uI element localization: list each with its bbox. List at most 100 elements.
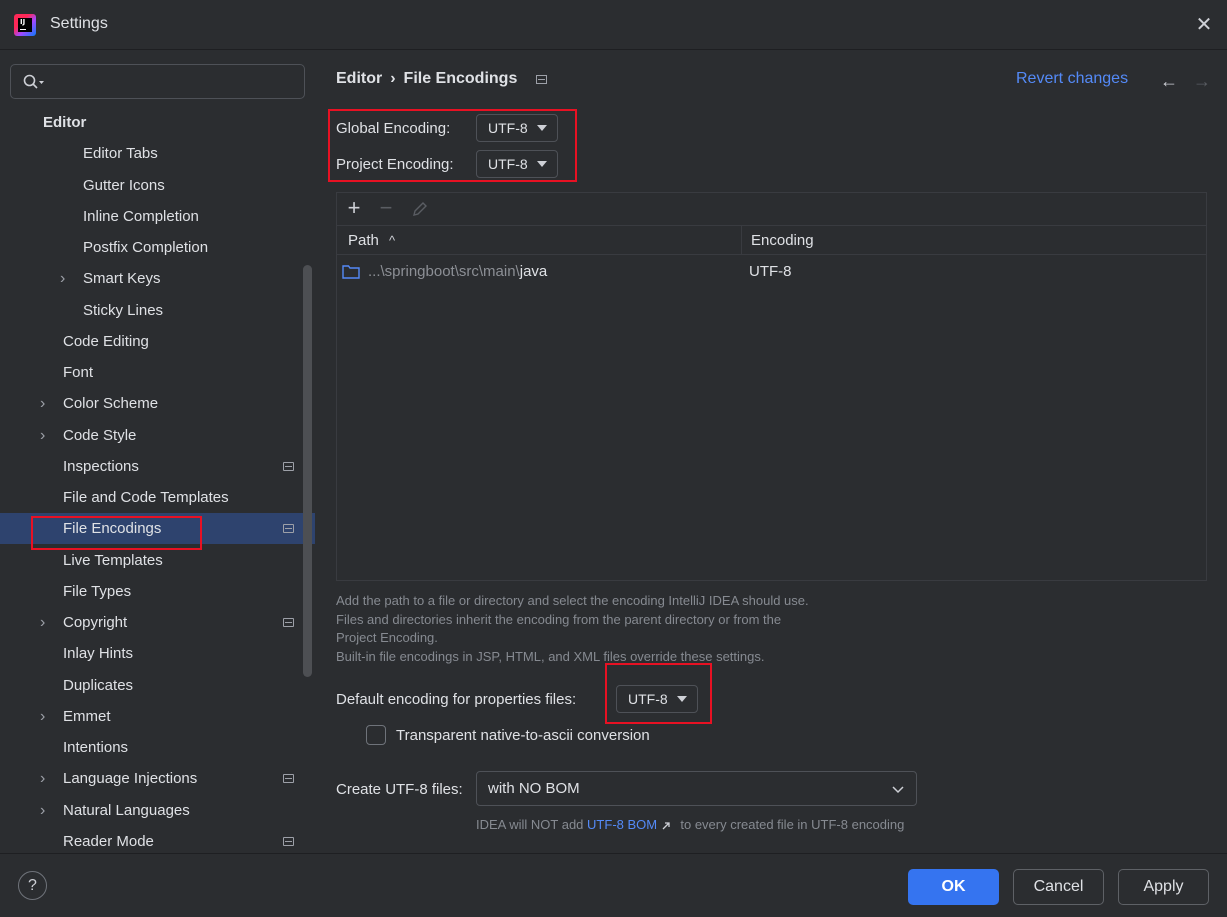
sidebar-item-code-style[interactable]: › Code Style [0,420,315,451]
breadcrumb-current: File Encodings [403,70,518,87]
properties-encoding-label: Default encoding for properties files: [336,691,577,708]
project-scope-icon [283,837,294,846]
row-path-prefix: ...\springboot\src\main\ [368,263,520,280]
sidebar-item-label: Font [63,364,94,381]
sort-ascending-icon: ^ [389,233,396,248]
cancel-button[interactable]: Cancel [1013,869,1104,905]
native-to-ascii-label[interactable]: Transparent native-to-ascii conversion [396,727,650,744]
path-encoding-table: + − Path ^ Encoding ...\springboot\src\m… [336,192,1207,581]
ok-button[interactable]: OK [908,869,999,905]
row-path-name: java [519,263,548,280]
sidebar-item-label: Duplicates [63,677,134,694]
intellij-logo-icon: IJ [14,14,36,36]
help-line: Files and directories inherit the encodi… [336,611,782,627]
close-icon[interactable]: ✕ [1191,12,1217,38]
search-icon [23,74,44,89]
sidebar-item-label: Intentions [63,739,129,756]
dialog-footer: ? OK Cancel Apply [0,853,1227,917]
breadcrumb-separator: › [390,70,396,87]
bom-hint: IDEA will NOT add UTF-8 BOM to every cre… [476,817,904,832]
sidebar-item-label: Editor Tabs [83,145,158,162]
chevron-right-icon[interactable]: › [40,795,45,826]
help-button[interactable]: ? [18,871,47,900]
sidebar-item-label: Color Scheme [63,395,159,412]
forward-arrow-icon[interactable]: → [1193,71,1211,92]
sidebar-item-label: Emmet [63,708,111,725]
column-header-path-label: Path [348,232,379,249]
sidebar-item-label: Copyright [63,614,128,631]
sidebar-item-postfix-completion[interactable]: Postfix Completion [0,232,315,263]
breadcrumb-parent[interactable]: Editor [336,70,382,87]
bom-value: with NO BOM [488,780,580,797]
chevron-right-icon[interactable]: › [40,388,45,419]
table-header: Path ^ Encoding [337,225,1206,255]
utf8-bom-link[interactable]: UTF-8 BOM [587,817,657,832]
sidebar-item-editor[interactable]: Editor [0,107,315,138]
sidebar-item-sticky-lines[interactable]: Sticky Lines [0,295,315,326]
project-scope-icon [283,524,294,533]
sidebar-item-label: Inlay Hints [63,645,134,662]
chevron-right-icon[interactable]: › [40,701,45,732]
chevron-right-icon[interactable]: › [40,763,45,794]
sidebar-item-file-types[interactable]: File Types [0,576,315,607]
sidebar-item-label: Sticky Lines [83,302,164,319]
sidebar-item-label: Postfix Completion [83,239,209,256]
search-input[interactable] [10,64,305,99]
sidebar-item-intentions[interactable]: Intentions [0,732,315,763]
sidebar-item-label: Code Style [63,427,137,444]
add-icon[interactable]: + [341,195,367,221]
external-link-icon [662,821,670,830]
column-header-encoding[interactable]: Encoding [751,226,814,255]
sidebar-item-copyright[interactable]: › Copyright [0,607,315,638]
sidebar-item-color-scheme[interactable]: › Color Scheme [0,388,315,419]
apply-button[interactable]: Apply [1118,869,1209,905]
native-to-ascii-checkbox[interactable] [366,725,386,745]
help-line: Add the path to a file or directory and … [336,593,809,608]
title-bar: IJ Settings ✕ [0,0,1227,50]
sidebar-item-natural-languages[interactable]: › Natural Languages [0,795,315,826]
bom-hint-after: to every created file in UTF-8 encoding [680,817,905,832]
breadcrumb: Editor › File Encodings [336,70,517,88]
column-divider[interactable] [741,226,742,255]
window-title: Settings [50,15,108,32]
bom-dropdown[interactable]: with NO BOM [476,771,917,806]
project-scope-icon [283,462,294,471]
project-scope-icon [283,774,294,783]
sidebar-item-emmet[interactable]: › Emmet [0,701,315,732]
sidebar-item-gutter-icons[interactable]: Gutter Icons [0,170,315,201]
sidebar-item-code-editing[interactable]: Code Editing [0,326,315,357]
project-scope-icon [536,75,547,84]
sidebar-item-language-injections[interactable]: › Language Injections [0,763,315,794]
sidebar-item-label: Gutter Icons [83,177,165,194]
sidebar-item-duplicates[interactable]: Duplicates [0,670,315,701]
sidebar-item-inspections[interactable]: Inspections [0,451,315,482]
sidebar-item-font[interactable]: Font [0,357,315,388]
edit-icon[interactable] [407,195,433,221]
chevron-right-icon[interactable]: › [60,263,65,294]
project-scope-icon [283,618,294,627]
sidebar-item-label: Smart Keys [83,270,161,287]
sidebar-item-label: Inline Completion [83,208,199,225]
remove-icon[interactable]: − [373,195,399,221]
table-row[interactable]: ...\springboot\src\main\java UTF-8 [337,256,1206,287]
folder-icon [342,265,360,279]
sidebar-item-editor-tabs[interactable]: Editor Tabs [0,138,315,169]
sidebar-item-smart-keys[interactable]: › Smart Keys [0,263,315,294]
bom-hint-before: IDEA will NOT add [476,817,584,832]
sidebar-item-reader-mode[interactable]: Reader Mode [0,826,315,853]
sidebar-item-label: File and Code Templates [63,489,229,506]
highlight-box-encodings [328,109,577,182]
revert-changes-link[interactable]: Revert changes [1016,70,1128,88]
chevron-right-icon[interactable]: › [40,607,45,638]
back-arrow-icon[interactable]: ← [1160,71,1178,92]
chevron-right-icon[interactable]: › [40,420,45,451]
row-path: ...\springboot\src\main\java [368,263,547,280]
sidebar-item-inlay-hints[interactable]: Inlay Hints [0,638,315,669]
sidebar-item-label: Reader Mode [63,833,154,850]
sidebar-item-label: Code Editing [63,333,149,350]
sidebar-item-file-and-code-templates[interactable]: File and Code Templates [0,482,315,513]
sidebar-item-label: Natural Languages [63,802,190,819]
sidebar-item-inline-completion[interactable]: Inline Completion [0,201,315,232]
column-header-path[interactable]: Path ^ [348,226,395,255]
sidebar-scrollbar[interactable] [303,265,312,677]
